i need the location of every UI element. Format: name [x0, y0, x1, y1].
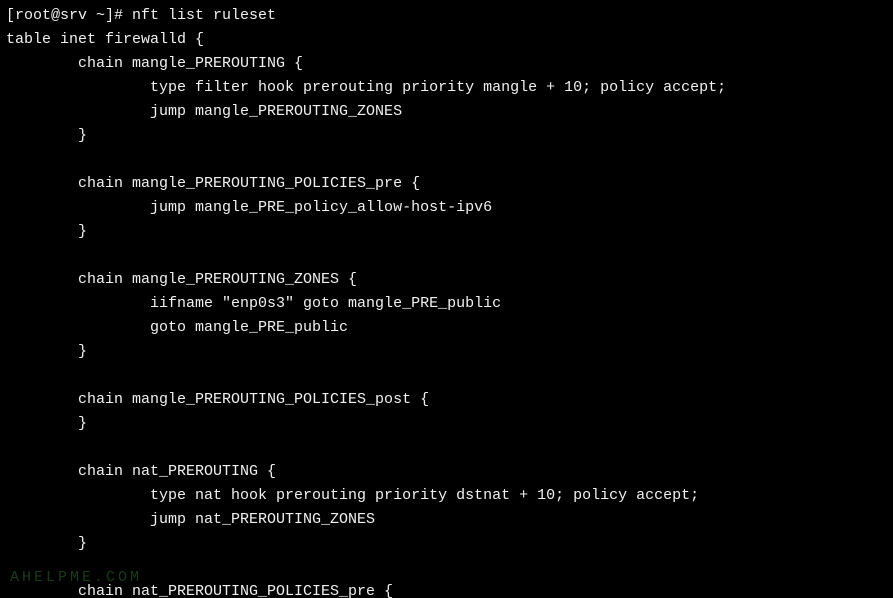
output-line: } [6, 127, 87, 144]
shell-prompt: [root@srv ~]# [6, 7, 132, 24]
output-line: table inet firewalld { [6, 31, 204, 48]
output-line: chain mangle_PREROUTING_POLICIES_pre { [6, 175, 420, 192]
output-line: goto mangle_PRE_public [6, 319, 348, 336]
output-line: jump mangle_PRE_policy_allow-host-ipv6 [6, 199, 492, 216]
terminal-output[interactable]: [root@srv ~]# nft list ruleset table ine… [0, 0, 893, 598]
output-line: chain nat_PREROUTING { [6, 463, 276, 480]
output-line: type nat hook prerouting priority dstnat… [6, 487, 699, 504]
output-line: chain mangle_PREROUTING { [6, 55, 303, 72]
shell-command: nft list ruleset [132, 7, 276, 24]
output-line: type filter hook prerouting priority man… [6, 79, 726, 96]
output-line: } [6, 223, 87, 240]
output-line: chain nat_PREROUTING_POLICIES_pre { [6, 583, 393, 598]
output-line: jump nat_PREROUTING_ZONES [6, 511, 375, 528]
output-line: chain mangle_PREROUTING_ZONES { [6, 271, 357, 288]
output-line: chain mangle_PREROUTING_POLICIES_post { [6, 391, 429, 408]
output-line: iifname "enp0s3" goto mangle_PRE_public [6, 295, 501, 312]
output-line: } [6, 535, 87, 552]
output-line: } [6, 343, 87, 360]
output-line: jump mangle_PREROUTING_ZONES [6, 103, 402, 120]
output-line: } [6, 415, 87, 432]
